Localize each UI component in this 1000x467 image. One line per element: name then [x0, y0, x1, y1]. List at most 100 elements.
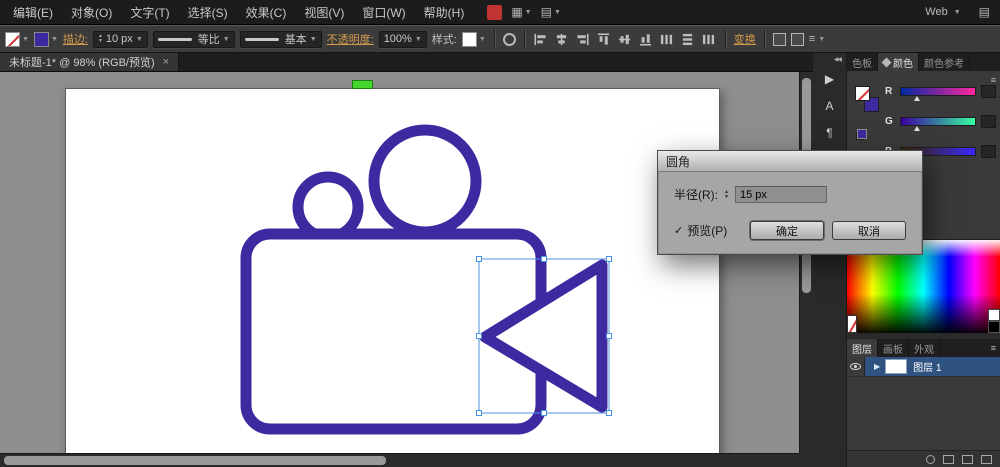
layers-panel-menu-icon[interactable]: ≡: [991, 343, 996, 353]
panel-grid-icon[interactable]: ▤: [979, 5, 990, 19]
align-vertical-bottom-icon[interactable]: [638, 31, 654, 47]
stroke-panel-link[interactable]: 描边:: [63, 31, 88, 47]
selection-handle[interactable]: [476, 410, 482, 416]
paragraph-panel-icon[interactable]: ¶: [818, 122, 842, 143]
control-bar: ▼ ▼ 描边: ▲ ▼ 10 px ▼ 等比 ▼ 基本 ▼ 不透明度: 100% ▼ 样式…: [0, 25, 1000, 53]
white-swatch[interactable]: [988, 309, 1000, 321]
collapse-panels-icon[interactable]: ◀◀: [834, 56, 842, 63]
brush-definition-select[interactable]: 基本 ▼: [239, 30, 322, 48]
layer-row[interactable]: ▶ 图层 1: [847, 357, 1000, 377]
camera-lens-large[interactable]: [368, 124, 482, 238]
profile-line-icon: [157, 37, 192, 41]
horizontal-scrollbar[interactable]: [0, 453, 799, 467]
blue-channel-value[interactable]: [981, 145, 996, 158]
ok-button[interactable]: 确定: [750, 221, 824, 240]
menu-object[interactable]: 对象(O): [62, 0, 121, 25]
canvas-area[interactable]: [0, 72, 799, 453]
recolor-artwork-icon[interactable]: [502, 32, 516, 46]
menu-effect[interactable]: 效果(C): [237, 0, 296, 25]
arrange-documents-icon[interactable]: ▦ ▼: [511, 5, 531, 19]
document-tab[interactable]: 未标题-1* @ 98% (RGB/预览) ×: [0, 53, 180, 71]
control-panel-menu-icon[interactable]: ≡ ▼: [809, 33, 825, 45]
transform-link[interactable]: 变换: [734, 31, 756, 47]
scrollbar-corner: [799, 453, 813, 467]
selection-handle[interactable]: [541, 256, 547, 262]
red-channel-value[interactable]: [981, 85, 996, 98]
fill-swatch[interactable]: ▼: [5, 31, 29, 47]
selection-handle[interactable]: [476, 333, 482, 339]
align-horizontal-center-icon[interactable]: [554, 31, 570, 47]
width-profile-select[interactable]: 等比 ▼: [152, 30, 235, 48]
distribute-horizontal-icon[interactable]: [659, 31, 675, 47]
opacity-select[interactable]: 100% ▼: [378, 30, 427, 48]
slider-marker-icon[interactable]: [914, 126, 921, 131]
stroke-color-swatch[interactable]: ▼: [33, 31, 58, 47]
delete-layer-icon[interactable]: [981, 454, 992, 464]
menu-window[interactable]: 窗口(W): [353, 0, 414, 25]
cancel-button[interactable]: 取消: [832, 221, 906, 240]
layer-name[interactable]: 图层 1: [913, 359, 941, 374]
align-horizontal-left-icon[interactable]: [533, 31, 549, 47]
menu-view[interactable]: 视图(V): [295, 0, 353, 25]
selection-handle[interactable]: [476, 256, 482, 262]
make-clipping-mask-icon[interactable]: [926, 454, 935, 464]
tab-color-guide[interactable]: 颜色参考: [919, 53, 970, 71]
close-tab-icon[interactable]: ×: [163, 56, 169, 68]
stroke-color-icon: [33, 31, 49, 47]
tab-color[interactable]: 颜色: [878, 53, 919, 71]
selection-handle[interactable]: [606, 333, 612, 339]
none-swatch[interactable]: [847, 315, 857, 333]
tab-swatches[interactable]: 色板: [847, 53, 878, 71]
preview-checkbox[interactable]: ✓ 预览(P): [674, 222, 727, 239]
selection-handle[interactable]: [606, 256, 612, 262]
radius-input[interactable]: [734, 186, 827, 203]
stroke-width-select[interactable]: ▲ ▼ 10 px ▼: [92, 30, 148, 48]
red-channel-slider[interactable]: [900, 87, 976, 101]
expand-layer-icon[interactable]: ▶: [874, 362, 880, 371]
green-channel-row: G: [885, 115, 996, 131]
green-channel-slider[interactable]: [900, 117, 976, 131]
workspace-switcher[interactable]: Web ▼: [919, 4, 966, 20]
selection-handle[interactable]: [606, 410, 612, 416]
menu-help[interactable]: 帮助(H): [415, 0, 474, 25]
selection-handle[interactable]: [541, 410, 547, 416]
horizontal-scrollbar-thumb[interactable]: [4, 456, 386, 465]
layers-panel-tabs: 图层 画板 外观 ≡: [847, 339, 1000, 357]
tab-artboards[interactable]: 画板: [878, 339, 909, 357]
web-color-warning-icon[interactable]: [857, 129, 867, 139]
new-layer-icon[interactable]: [962, 454, 973, 464]
vertical-scrollbar[interactable]: [799, 72, 813, 453]
screen-mode-icon[interactable]: ▤ ▼: [541, 5, 561, 19]
fill-none-swatch-icon: [5, 31, 20, 47]
menu-type[interactable]: 文字(T): [121, 0, 178, 25]
symbols-panel-icon[interactable]: ▶: [818, 68, 842, 89]
distribute-vertical-icon[interactable]: [680, 31, 696, 47]
document-setup-icon[interactable]: [772, 32, 786, 46]
align-horizontal-right-icon[interactable]: [575, 31, 591, 47]
color-panel-menu-icon[interactable]: ≡: [991, 75, 996, 85]
fill-indicator-swatch[interactable]: [855, 86, 870, 101]
visibility-toggle[interactable]: [847, 357, 865, 376]
dialog-titlebar[interactable]: 圆角: [658, 151, 922, 172]
menu-select[interactable]: 选择(S): [179, 0, 237, 25]
style-swatch[interactable]: ▼: [461, 31, 486, 47]
black-swatch[interactable]: [988, 321, 1000, 333]
distribute-spacing-icon[interactable]: [701, 31, 717, 47]
bridge-icon[interactable]: [487, 4, 503, 20]
green-channel-value[interactable]: [981, 115, 996, 128]
opacity-link[interactable]: 不透明度:: [327, 31, 374, 47]
radius-stepper[interactable]: ▲ ▼: [724, 189, 729, 200]
document-tabbar: 未标题-1* @ 98% (RGB/预览) ×: [0, 53, 813, 72]
preferences-icon[interactable]: [790, 32, 804, 46]
tab-appearance[interactable]: 外观: [909, 339, 940, 357]
camera-lens-small[interactable]: [292, 171, 364, 243]
tab-layers[interactable]: 图层: [847, 339, 878, 357]
menu-edit[interactable]: 编辑(E): [4, 0, 62, 25]
new-sublayer-icon[interactable]: [943, 454, 954, 464]
align-vertical-center-icon[interactable]: [617, 31, 633, 47]
align-vertical-top-icon[interactable]: [596, 31, 612, 47]
artboard[interactable]: [65, 88, 720, 453]
character-panel-icon[interactable]: A: [818, 95, 842, 116]
stroke-width-stepper-icon[interactable]: ▲ ▼: [98, 34, 103, 44]
slider-marker-icon[interactable]: [914, 96, 921, 101]
